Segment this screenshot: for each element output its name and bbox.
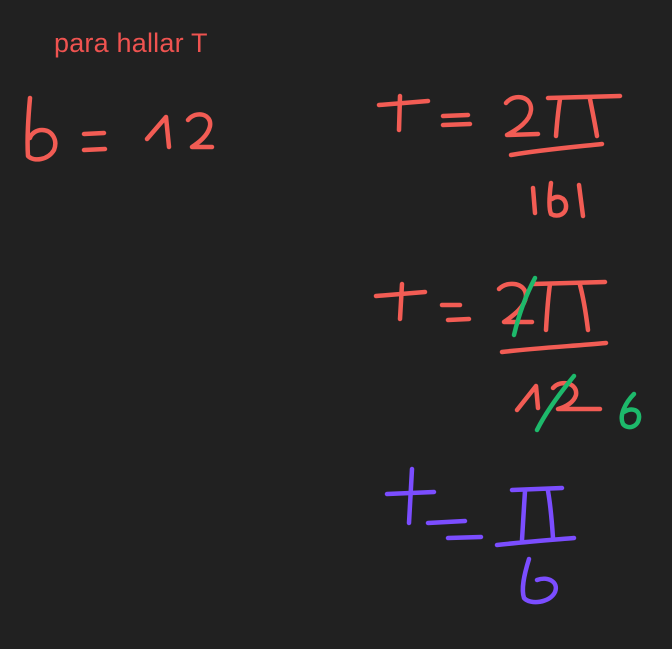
stroke-abs-right <box>576 182 586 219</box>
given-equation: b = 12 <box>25 95 215 162</box>
stroke-one <box>144 114 172 150</box>
stroke-six <box>520 556 559 605</box>
stroke-fraction-bar <box>508 141 605 158</box>
stroke-abs-left <box>530 185 538 216</box>
stroke-equals-bottom <box>440 121 473 128</box>
stroke-pi-left <box>519 488 528 543</box>
step-1-equation: |b| <box>376 93 623 219</box>
stroke-pi-left <box>553 96 563 139</box>
stroke-b-lower <box>547 180 569 218</box>
stroke-t-stem <box>397 281 405 322</box>
handwriting-layer: b = 12 |b| 12 6 π <box>25 93 642 605</box>
step-2-equation: 12 <box>373 279 609 413</box>
stroke-pi-right <box>587 96 600 139</box>
stroke-fraction-bar <box>494 535 577 548</box>
stroke-t-bar <box>376 98 431 108</box>
stroke-t-stem <box>396 93 403 133</box>
stroke-equals-top <box>81 130 107 137</box>
stroke-pi-left <box>543 281 553 333</box>
drawing-canvas[interactable]: para hallar T b = 12 |b| <box>0 0 672 649</box>
stroke-pi-right <box>545 488 556 541</box>
stroke-minus-top <box>425 518 468 526</box>
stroke-fraction-bar <box>499 340 609 355</box>
result-equation: π <box>384 466 577 605</box>
stroke-b <box>25 95 58 162</box>
stroke-two <box>503 94 541 138</box>
stroke-pi-bar <box>509 485 565 493</box>
stroke-two <box>185 112 215 150</box>
stroke-t-stem <box>406 466 415 526</box>
stroke-one <box>514 383 541 413</box>
stroke-equals-bottom <box>81 146 108 153</box>
stroke-six <box>619 391 642 430</box>
stroke-pi-right <box>577 282 591 333</box>
stroke-minus-bottom <box>445 534 484 541</box>
stroke-minus-bottom <box>445 316 472 323</box>
stroke-equals-top <box>440 112 471 119</box>
stroke-pi-bar <box>530 279 608 287</box>
